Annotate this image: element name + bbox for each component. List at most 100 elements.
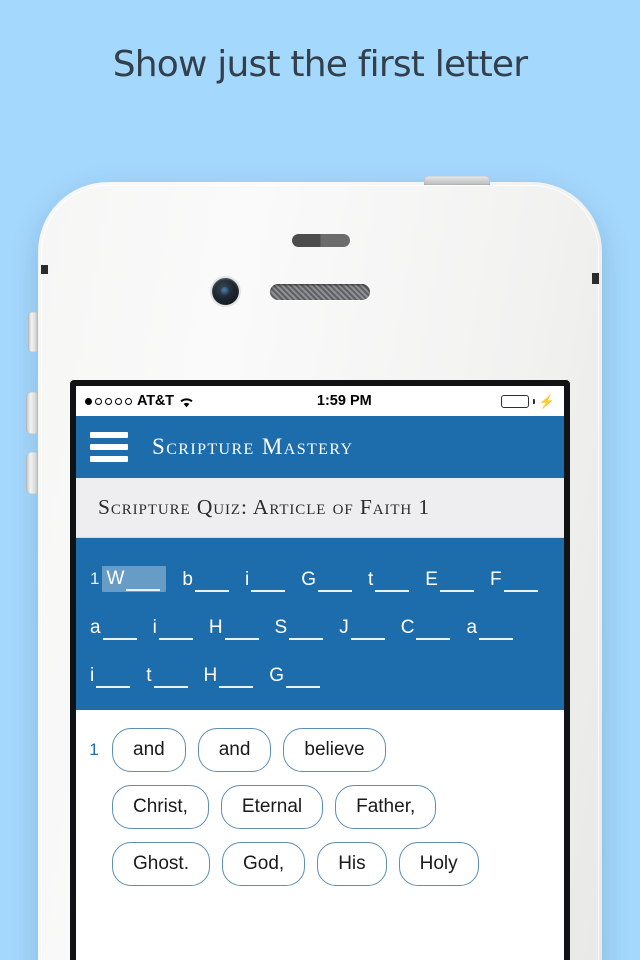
blank-underline (251, 572, 286, 592)
hamburger-menu-icon[interactable] (90, 432, 128, 462)
blank-word[interactable]: a (466, 616, 514, 640)
answer-chip[interactable]: God, (221, 842, 306, 886)
blank-word[interactable]: F (490, 568, 538, 592)
blank-first-letter: H (208, 617, 223, 638)
blank-underline (96, 668, 131, 688)
volume-up-button[interactable] (26, 392, 37, 434)
blank-word[interactable]: H (209, 616, 259, 640)
blank-word[interactable]: G (269, 664, 321, 688)
phone-screen: AT&T 1:59 PM ⚡ Scripture Mastery Scriptu… (76, 386, 564, 960)
answer-chip[interactable]: Christ, (112, 785, 209, 829)
blank-word-active[interactable]: W (102, 566, 167, 592)
answer-choices-panel: 1 and and believe Christ, Eternal Father, Ghost… (76, 710, 564, 909)
lightning-bolt-icon: ⚡ (538, 393, 555, 409)
front-camera-icon (212, 278, 239, 305)
blank-first-letter: W (106, 568, 125, 589)
blank-underline (194, 572, 229, 592)
proximity-sensor-icon (292, 234, 350, 247)
answer-row: Ghost. God, His Holy (88, 842, 552, 886)
app-title: Scripture Mastery (152, 434, 354, 459)
status-bar-right: ⚡ (500, 393, 555, 409)
blank-word[interactable]: i (244, 568, 286, 592)
blank-first-letter: t (146, 665, 152, 686)
blank-underline (439, 572, 474, 592)
blank-word[interactable]: H (204, 664, 254, 688)
blank-first-letter: t (368, 569, 374, 590)
blank-first-letter: G (301, 569, 316, 590)
status-bar: AT&T 1:59 PM ⚡ (76, 386, 564, 416)
blank-first-letter: i (152, 617, 157, 638)
blanks-panel: 1Wb i Gt E Fa i H S J Ca i t H G (76, 538, 564, 710)
battery-icon (500, 394, 529, 408)
mute-switch-button[interactable] (28, 312, 37, 352)
blank-underline (416, 620, 451, 640)
blank-word[interactable]: t (146, 664, 188, 688)
answer-chip[interactable]: His (317, 842, 387, 886)
blank-underline (479, 620, 514, 640)
answer-row: Christ, Eternal Father, (88, 785, 552, 829)
quiz-title: Scripture Quiz: Article of Faith 1 (98, 495, 431, 519)
blank-first-letter: b (182, 569, 193, 590)
blank-underline (318, 572, 352, 592)
blank-first-letter: a (90, 617, 101, 638)
blank-underline (219, 668, 254, 688)
blank-word[interactable]: i (90, 664, 131, 688)
blank-underline (350, 620, 385, 640)
blank-underline (126, 571, 161, 591)
blank-line-number: 1 (90, 569, 100, 588)
blank-underline (289, 620, 324, 640)
blank-first-letter: a (466, 617, 478, 638)
answer-chip[interactable]: and (112, 728, 186, 772)
blank-underline (102, 620, 137, 640)
answer-row-number: 1 (89, 740, 99, 759)
screenshot-root: Show just the first letter AT&T 1:59 PM (0, 0, 640, 960)
status-bar-left: AT&T (85, 393, 194, 409)
answer-chip[interactable]: Holy (398, 842, 479, 886)
blank-first-letter: J (339, 617, 349, 638)
answer-chip[interactable]: Ghost. (112, 842, 210, 886)
answer-chip[interactable]: Eternal (220, 785, 324, 829)
blank-line: a i H S J Ca (90, 602, 550, 640)
blank-line: itHG (90, 650, 550, 688)
antenna-band-right (592, 273, 599, 284)
blank-word[interactable]: E (425, 568, 474, 592)
blank-first-letter: G (269, 665, 285, 686)
blank-underline (375, 572, 410, 592)
blank-first-letter: F (489, 569, 502, 590)
signal-strength-icon (85, 397, 132, 405)
answer-row: 1 and and believe (88, 728, 552, 772)
blank-first-letter: i (90, 665, 95, 686)
blank-word[interactable]: G (301, 568, 352, 592)
blank-word[interactable]: S (275, 616, 324, 640)
blank-first-letter: C (400, 617, 415, 638)
blank-underline (503, 572, 538, 592)
blank-underline (153, 668, 188, 688)
page-title: Show just the first letter (112, 44, 528, 85)
earpiece-speaker-icon (270, 284, 370, 300)
blank-word[interactable]: i (153, 616, 193, 640)
battery-cap-icon (532, 398, 535, 404)
answer-chip[interactable]: and (197, 728, 272, 772)
blank-underline (224, 620, 259, 640)
blank-first-letter: H (203, 665, 218, 686)
wifi-icon (179, 395, 194, 408)
answer-chip[interactable]: Father, (335, 785, 437, 829)
app-navigation-bar: Scripture Mastery (76, 416, 564, 478)
answer-chip[interactable]: believe (283, 728, 386, 772)
clock-label: 1:59 PM (316, 393, 372, 409)
quiz-title-band: Scripture Quiz: Article of Faith 1 (76, 478, 564, 538)
blank-first-letter: i (244, 569, 250, 590)
blank-underline (158, 620, 193, 640)
carrier-label: AT&T (137, 393, 174, 409)
blank-line: 1Wb i Gt E F (90, 554, 550, 592)
blank-first-letter: E (425, 569, 438, 590)
power-button[interactable] (424, 176, 490, 185)
blank-word[interactable]: t (368, 568, 410, 592)
blank-word[interactable]: J (339, 616, 385, 640)
blank-word[interactable]: C (401, 616, 451, 640)
blank-word[interactable]: a (90, 616, 137, 640)
blank-underline (286, 668, 321, 688)
antenna-band-left (41, 265, 48, 274)
volume-down-button[interactable] (26, 452, 37, 494)
blank-word[interactable]: b (182, 568, 229, 592)
